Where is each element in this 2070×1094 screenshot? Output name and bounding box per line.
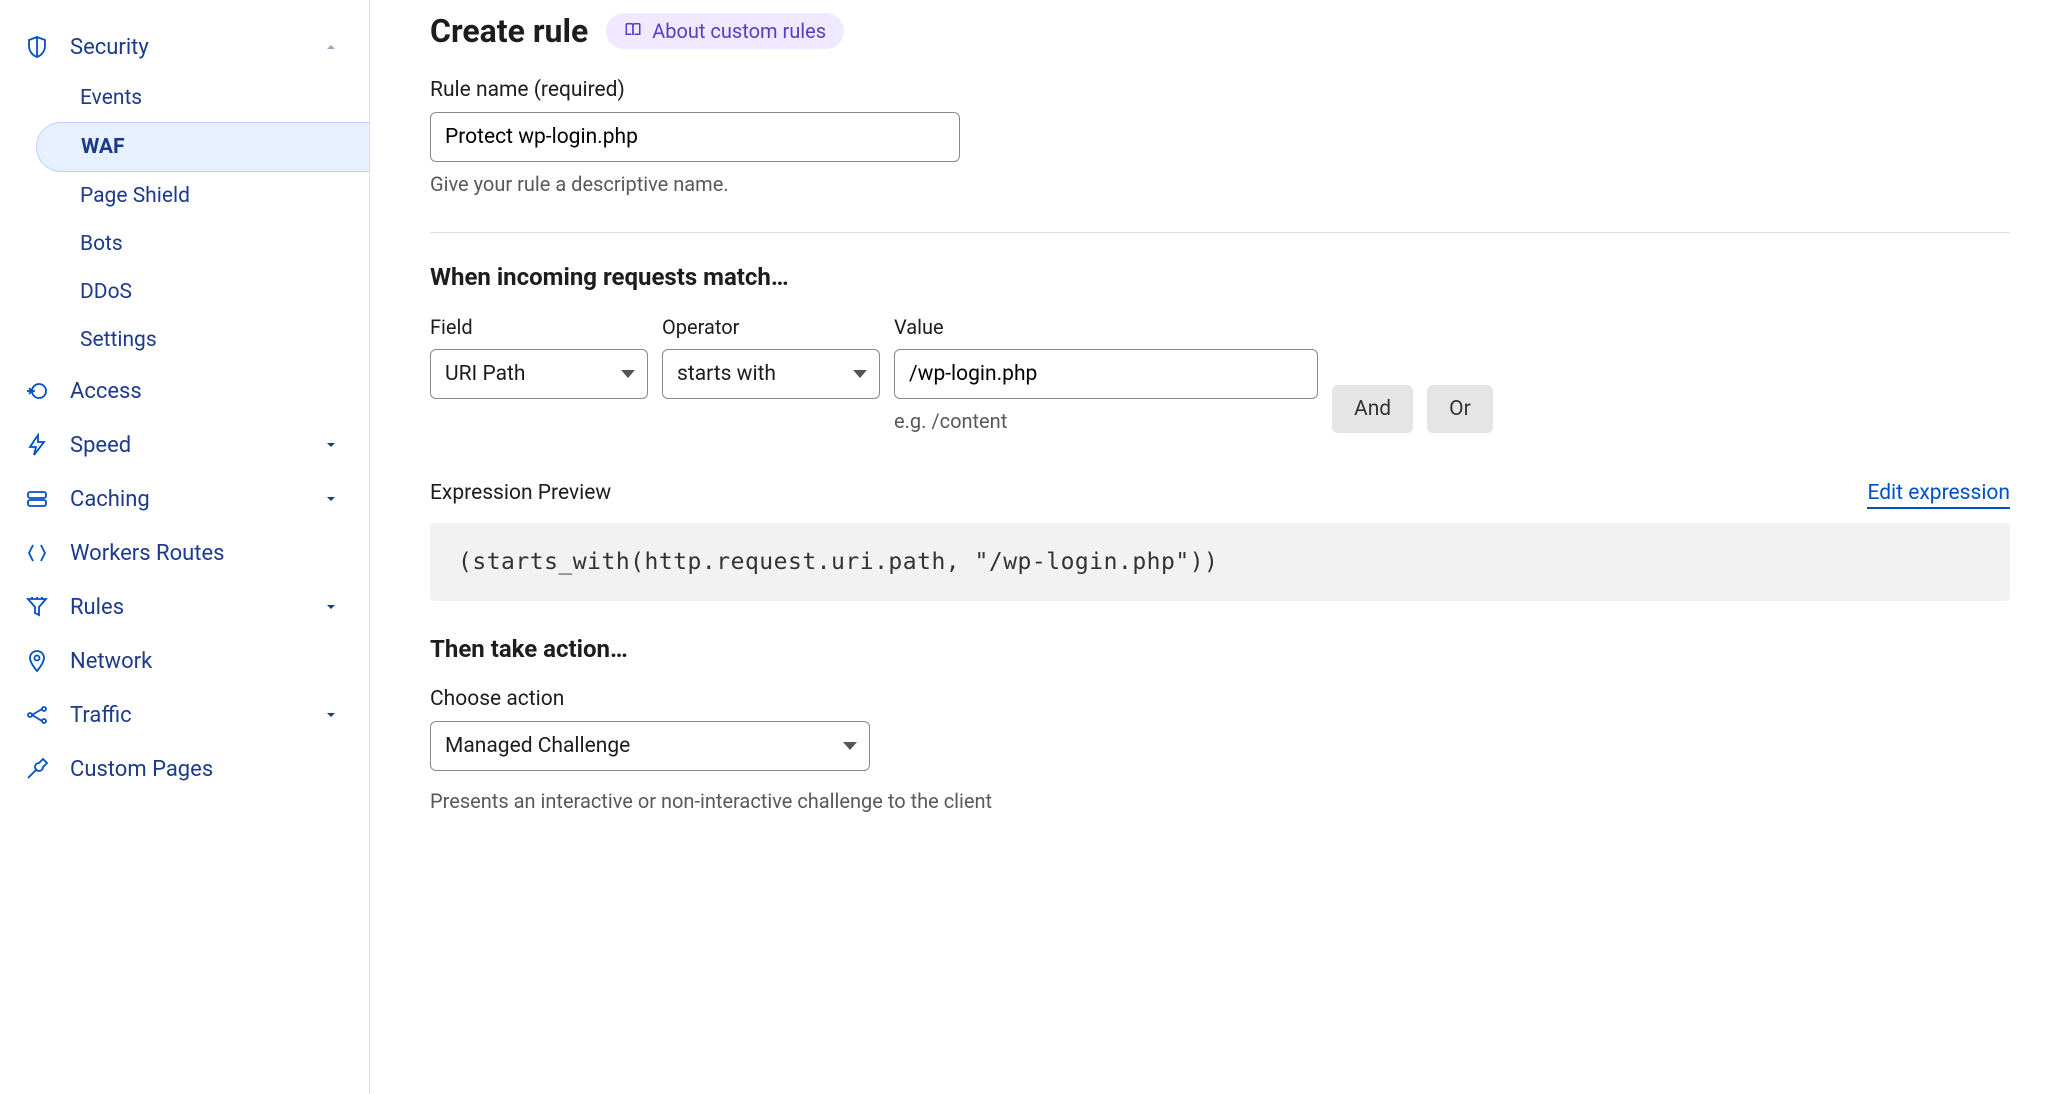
about-custom-rules-link[interactable]: About custom rules	[606, 13, 844, 49]
sidebar-item-access[interactable]: Access	[0, 364, 369, 418]
sidebar-item-label: DDoS	[80, 280, 132, 304]
action-section-title: Then take action…	[430, 635, 2010, 663]
about-label: About custom rules	[652, 19, 826, 43]
traffic-icon	[24, 702, 50, 728]
security-subitems: Events WAF Page Shield Bots DDoS Setting…	[0, 74, 369, 364]
sidebar-item-label: Custom Pages	[70, 757, 213, 782]
expression-preview-code: (starts_with(http.request.uri.path, "/wp…	[430, 523, 2010, 601]
sidebar-item-speed[interactable]: Speed	[0, 418, 369, 472]
edit-expression-link[interactable]: Edit expression	[1867, 481, 2010, 509]
sidebar-item-label: Caching	[70, 487, 150, 512]
sidebar-item-label: Network	[70, 649, 152, 674]
pin-icon	[24, 648, 50, 674]
chevron-down-icon	[323, 707, 339, 723]
expression-preview-label: Expression Preview	[430, 481, 611, 505]
sidebar-item-label: Traffic	[70, 703, 132, 728]
chevron-down-icon	[323, 491, 339, 507]
sidebar-item-label: Page Shield	[80, 184, 190, 208]
operator-column-label: Operator	[662, 315, 880, 339]
expression-row: Field URI Path Operator starts with Valu…	[430, 315, 2010, 433]
sidebar-item-events[interactable]: Events	[56, 74, 369, 122]
field-select[interactable]: URI Path	[430, 349, 648, 399]
rule-name-input[interactable]	[430, 112, 960, 162]
shield-icon	[24, 34, 50, 60]
sidebar-item-bots[interactable]: Bots	[56, 220, 369, 268]
workers-icon	[24, 540, 50, 566]
match-section-title: When incoming requests match…	[430, 263, 2010, 291]
caret-down-icon	[843, 742, 857, 750]
action-select-value: Managed Challenge	[445, 734, 630, 758]
page-title: Create rule	[430, 12, 588, 50]
access-icon	[24, 378, 50, 404]
rule-name-hint: Give your rule a descriptive name.	[430, 172, 2010, 196]
main-content: Create rule About custom rules Rule name…	[370, 0, 2070, 1094]
action-select[interactable]: Managed Challenge	[430, 721, 870, 771]
value-column-label: Value	[894, 315, 1318, 339]
divider	[430, 232, 2010, 233]
book-icon	[624, 19, 642, 43]
and-button[interactable]: And	[1332, 385, 1413, 433]
caching-icon	[24, 486, 50, 512]
sidebar-item-label: WAF	[81, 135, 125, 159]
chevron-down-icon	[323, 599, 339, 615]
field-column-label: Field	[430, 315, 648, 339]
sidebar-item-workers-routes[interactable]: Workers Routes	[0, 526, 369, 580]
operator-select-value: starts with	[677, 362, 776, 386]
sidebar-item-ddos[interactable]: DDoS	[56, 268, 369, 316]
wrench-icon	[24, 756, 50, 782]
sidebar-item-rules[interactable]: Rules	[0, 580, 369, 634]
or-button[interactable]: Or	[1427, 385, 1493, 433]
sidebar-item-label: Bots	[80, 232, 123, 256]
sidebar-item-custom-pages[interactable]: Custom Pages	[0, 742, 369, 796]
sidebar-item-label: Access	[70, 379, 142, 404]
bolt-icon	[24, 432, 50, 458]
sidebar: Security Events WAF Page Shield Bots DDo…	[0, 0, 370, 1094]
value-input[interactable]	[894, 349, 1318, 399]
value-example: e.g. /content	[894, 409, 1318, 433]
sidebar-item-label: Speed	[70, 433, 131, 458]
funnel-icon	[24, 594, 50, 620]
sidebar-item-waf[interactable]: WAF	[36, 122, 369, 172]
caret-down-icon	[621, 370, 635, 378]
operator-select[interactable]: starts with	[662, 349, 880, 399]
field-select-value: URI Path	[445, 362, 525, 386]
chevron-down-icon	[323, 437, 339, 453]
choose-action-label: Choose action	[430, 687, 2010, 711]
sidebar-item-security[interactable]: Security	[0, 20, 369, 74]
sidebar-item-label: Events	[80, 86, 142, 110]
action-description: Presents an interactive or non-interacti…	[430, 789, 2010, 813]
sidebar-item-settings[interactable]: Settings	[56, 316, 369, 364]
rule-name-label: Rule name (required)	[430, 78, 2010, 102]
sidebar-item-network[interactable]: Network	[0, 634, 369, 688]
sidebar-item-label: Rules	[70, 595, 124, 620]
sidebar-item-label: Settings	[80, 328, 157, 352]
sidebar-item-caching[interactable]: Caching	[0, 472, 369, 526]
sidebar-item-label: Security	[70, 35, 149, 60]
sidebar-item-label: Workers Routes	[70, 541, 225, 566]
caret-down-icon	[853, 370, 867, 378]
chevron-up-icon	[323, 39, 339, 55]
sidebar-item-traffic[interactable]: Traffic	[0, 688, 369, 742]
sidebar-item-page-shield[interactable]: Page Shield	[56, 172, 369, 220]
